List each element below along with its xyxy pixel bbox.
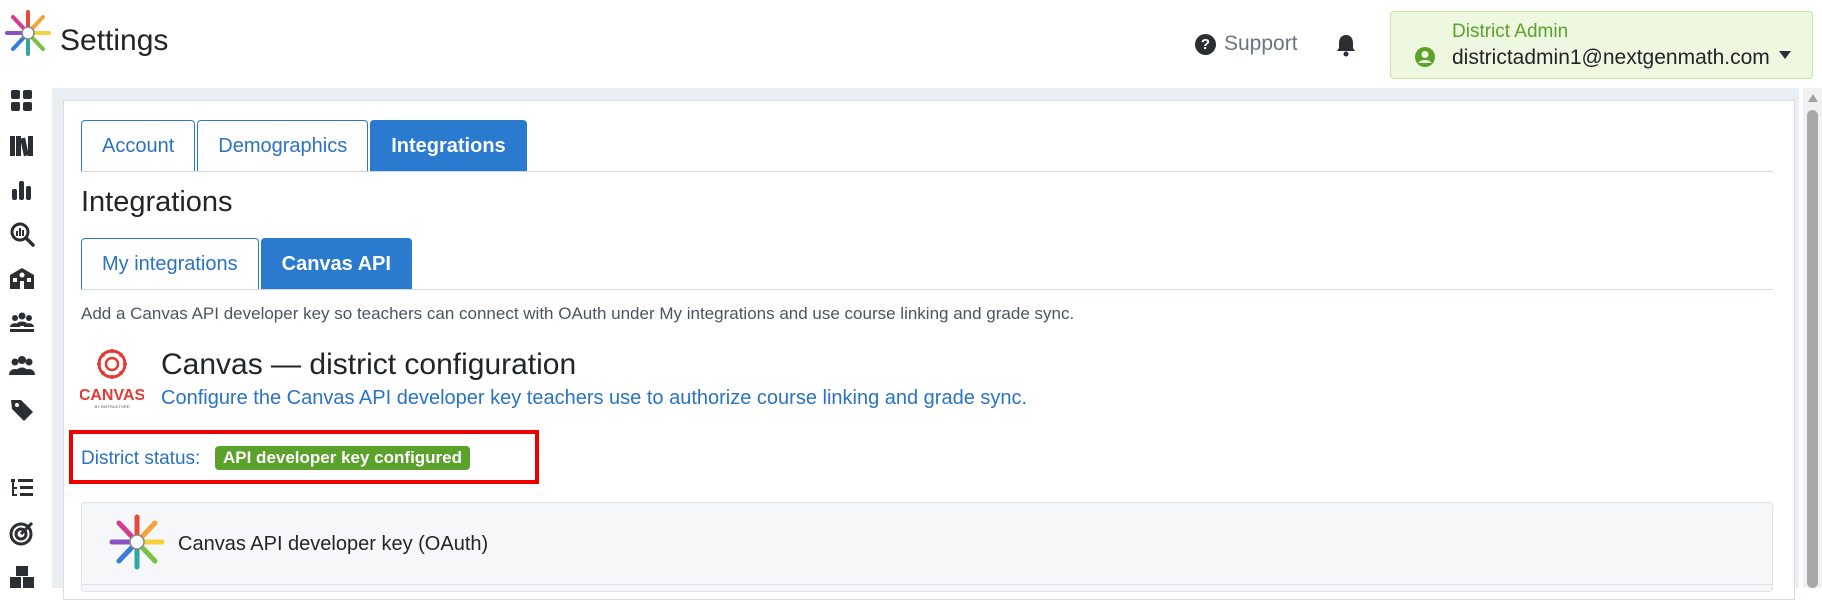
canvas-logo-subtext: BY INSTRUCTURE (94, 404, 129, 409)
page-title: Settings (60, 24, 169, 57)
integration-subtabs: My integrations Canvas API (81, 238, 414, 290)
support-label: Support (1224, 32, 1298, 55)
tab-demographics[interactable]: Demographics (197, 120, 369, 172)
subtabs-divider (81, 289, 1773, 290)
starburst-logo-icon[interactable] (3, 8, 53, 58)
tab-canvas-api[interactable]: Canvas API (260, 238, 412, 290)
canvas-logo-text: CANVAS (80, 387, 144, 404)
bell-icon[interactable] (1335, 33, 1357, 57)
canvas-logo-icon: CANVAS BY INSTRUCTURE (80, 349, 144, 409)
boxes-icon[interactable] (9, 564, 35, 590)
tab-account[interactable]: Account (81, 120, 196, 172)
users-group-icon[interactable] (9, 309, 35, 335)
users-icon[interactable] (9, 353, 35, 379)
page-scrollbar[interactable] (1803, 88, 1822, 588)
status-badge: API developer key configured (215, 446, 471, 470)
grid-icon[interactable] (9, 88, 35, 114)
developer-key-card: Canvas API developer key (OAuth) (81, 502, 1773, 592)
tab-integrations[interactable]: Integrations (370, 120, 527, 172)
card-divider (82, 584, 1772, 585)
tabs-divider (81, 171, 1773, 172)
top-header: Settings ? Support District Admin distri… (0, 0, 1822, 88)
support-link[interactable]: ? Support (1195, 32, 1298, 56)
user-circle-icon (1415, 47, 1435, 67)
search-chart-icon[interactable] (9, 221, 35, 247)
district-status-label: District status: (81, 448, 201, 469)
question-circle-icon: ? (1195, 33, 1216, 55)
settings-tabs: Account Demographics Integrations (81, 120, 529, 172)
caret-down-icon[interactable] (1778, 50, 1792, 60)
user-email: districtadmin1@nextgenmath.com (1452, 46, 1770, 69)
target-icon[interactable] (9, 520, 35, 546)
list-tree-icon[interactable] (9, 476, 35, 502)
tag-icon[interactable] (9, 397, 35, 423)
user-menu[interactable]: District Admin districtadmin1@nextgenmat… (1390, 11, 1813, 79)
card-title: Canvas API developer key (OAuth) (178, 533, 489, 555)
school-icon[interactable] (9, 265, 35, 291)
starburst-logo-icon (109, 514, 165, 570)
books-icon[interactable] (9, 133, 35, 159)
help-text: Add a Canvas API developer key so teache… (81, 304, 1075, 323)
canvas-config-subtitle: Configure the Canvas API developer key t… (161, 387, 1028, 409)
sidebar (0, 88, 45, 588)
user-role: District Admin (1452, 21, 1569, 42)
scroll-up-arrow-icon[interactable] (1808, 94, 1818, 102)
scroll-thumb[interactable] (1807, 110, 1818, 588)
canvas-config-title: Canvas — district configuration (161, 348, 577, 381)
tab-my-integrations[interactable]: My integrations (81, 238, 259, 290)
section-title: Integrations (81, 186, 233, 218)
bar-chart-icon[interactable] (9, 177, 35, 203)
